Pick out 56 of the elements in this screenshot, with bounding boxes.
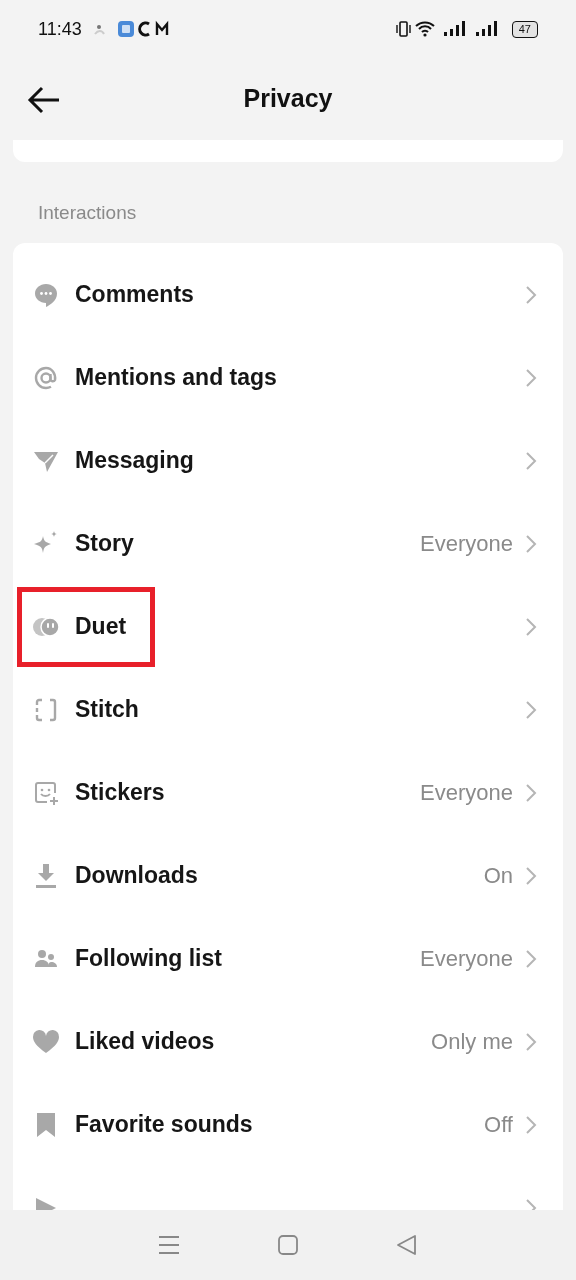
overlapping-circles-icon <box>32 615 60 638</box>
status-time: 11:43 <box>38 17 82 41</box>
row-label: Messaging <box>75 446 194 476</box>
speech-bubble-icon <box>33 281 59 308</box>
row-value: Everyone <box>420 945 513 973</box>
chevron-right-icon <box>525 450 537 471</box>
people-icon <box>34 947 58 970</box>
row-label: Mentions and tags <box>75 363 277 393</box>
settings-row[interactable]: Downloads On <box>13 834 563 917</box>
settings-row[interactable]: Duet <box>13 585 563 668</box>
settings-row[interactable]: Stitch <box>13 668 563 751</box>
row-label: Story <box>75 529 134 559</box>
settings-row[interactable]: Comments <box>13 253 563 336</box>
row-value: Off <box>484 1111 513 1139</box>
chevron-right-icon <box>525 616 537 637</box>
chevron-right-icon <box>525 533 537 554</box>
chevron-right-icon <box>525 1114 537 1135</box>
chevron-right-icon <box>525 699 537 720</box>
row-label: Duet <box>75 612 127 642</box>
smiley-sticker-icon <box>33 779 59 806</box>
settings-row[interactable]: Stickers Everyone <box>13 751 563 834</box>
section-title: Interactions <box>38 200 137 225</box>
row-value: Everyone <box>420 530 513 558</box>
row-label: Stitch <box>75 695 139 725</box>
heart-icon <box>32 1028 60 1055</box>
menu-icon[interactable] <box>158 1235 181 1255</box>
row-label: Stickers <box>75 778 165 808</box>
back-arrow-icon <box>27 86 61 114</box>
chevron-right-icon <box>525 367 537 388</box>
settings-row[interactable]: Favorite sounds Off <box>13 1083 563 1166</box>
chevron-right-icon <box>525 865 537 886</box>
download-icon <box>34 862 58 889</box>
square-home-icon[interactable] <box>277 1234 299 1256</box>
row-label: Downloads <box>75 861 198 891</box>
bookmark-icon <box>36 1111 56 1138</box>
row-label: Liked videos <box>75 1027 215 1057</box>
chevron-right-icon <box>525 1031 537 1052</box>
at-sign-icon <box>33 364 59 391</box>
chevron-right-icon <box>525 948 537 969</box>
row-value: Everyone <box>420 779 513 807</box>
chevron-right-icon <box>525 284 537 305</box>
page-title: Privacy <box>243 83 333 115</box>
row-value: Only me <box>431 1028 513 1056</box>
settings-row[interactable]: Mentions and tags <box>13 336 563 419</box>
row-label: Comments <box>75 280 194 310</box>
settings-row[interactable]: Following list Everyone <box>13 917 563 1000</box>
battery-level: 47 <box>511 20 538 38</box>
settings-row[interactable]: Story Everyone <box>13 502 563 585</box>
row-value: On <box>483 862 513 890</box>
row-label: Following list <box>75 944 222 974</box>
settings-row[interactable]: Liked videos Only me <box>13 1000 563 1083</box>
chevron-right-icon <box>525 782 537 803</box>
dashed-frame-icon <box>34 696 58 723</box>
row-label: Favorite sounds <box>75 1110 253 1140</box>
triangle-back-icon[interactable] <box>395 1234 418 1256</box>
settings-row[interactable]: Messaging <box>13 419 563 502</box>
